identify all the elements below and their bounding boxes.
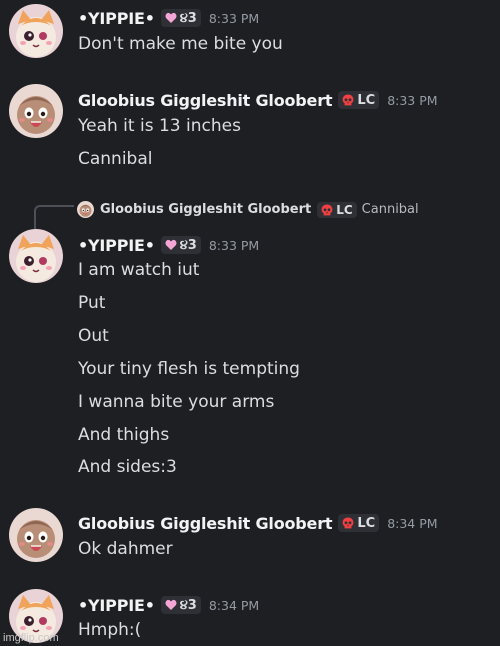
message-1: •YIPPIE• ૪3 8:33 PM Don't make me bite y…	[0, 0, 500, 62]
reply-preview-text[interactable]: Cannibal	[362, 202, 419, 217]
timestamp: 8:33 PM	[208, 10, 260, 26]
username[interactable]: •YIPPIE•	[78, 9, 155, 28]
avatar[interactable]	[9, 84, 63, 138]
reply-avatar[interactable]	[77, 201, 94, 218]
timestamp: 8:33 PM	[208, 237, 260, 253]
username[interactable]: •YIPPIE•	[78, 596, 155, 615]
message-2: Gloobius Giggleshit Gloobert LC 8:33 PM …	[0, 82, 500, 182]
username[interactable]: Gloobius Giggleshit Gloobert	[78, 91, 333, 110]
timestamp: 8:34 PM	[387, 515, 438, 531]
reply-username[interactable]: Gloobius Giggleshit Gloobert	[100, 202, 311, 217]
message-4: Gloobius Giggleshit Gloobert LC 8:34 PM …	[0, 506, 500, 568]
skull-icon	[321, 204, 333, 215]
message-3: •YIPPIE• ૪3 8:33 PM I am watch iut Put O…	[0, 228, 500, 488]
message-text: Yeah it is 13 inches	[78, 116, 241, 136]
message-text: Put	[78, 293, 106, 313]
message-text: Out	[78, 326, 109, 346]
skull-icon	[342, 517, 354, 529]
username[interactable]: Gloobius Giggleshit Gloobert	[78, 514, 333, 533]
message-text: Your tiny flesh is tempting	[78, 359, 300, 379]
timestamp: 8:34 PM	[208, 597, 260, 613]
avatar[interactable]	[9, 229, 63, 283]
message-text: Cannibal	[78, 149, 153, 169]
heart-icon	[165, 12, 177, 23]
reply-spine	[34, 205, 74, 229]
server-tag-text: LC	[357, 515, 376, 531]
message-text: Hmph:(	[78, 620, 142, 640]
heart-icon	[165, 599, 177, 610]
server-tag-text: LC	[357, 92, 376, 108]
server-tag-text: ૪3	[179, 597, 197, 613]
server-tag[interactable]: ૪3	[160, 596, 201, 614]
message-text: Don't make me bite you	[78, 34, 283, 54]
timestamp: 8:33 PM	[387, 92, 438, 108]
heart-icon	[165, 239, 177, 250]
message-text: I wanna bite your arms	[78, 392, 275, 412]
message-header: •YIPPIE• ૪3 8:34 PM	[78, 593, 259, 617]
watermark: imgflip.com	[3, 632, 59, 644]
message-text: Ok dahmer	[78, 539, 173, 559]
message-5: •YIPPIE• ૪3 8:34 PM Hmph:(	[0, 587, 500, 646]
avatar[interactable]	[9, 508, 63, 562]
message-text: I am watch iut	[78, 260, 200, 280]
message-header: •YIPPIE• ૪3 8:33 PM	[78, 233, 259, 257]
server-tag[interactable]: ૪3	[160, 236, 201, 254]
message-header: •YIPPIE• ૪3 8:33 PM	[78, 6, 259, 30]
message-text: And thighs	[78, 425, 170, 445]
username[interactable]: •YIPPIE•	[78, 236, 155, 255]
server-tag[interactable]: LC	[338, 91, 380, 109]
message-text: And sides:3	[78, 457, 177, 477]
message-header: Gloobius Giggleshit Gloobert LC 8:34 PM	[78, 511, 438, 535]
reply-row: Gloobius Giggleshit Gloobert LC Cannibal	[77, 201, 419, 218]
avatar[interactable]	[9, 4, 63, 58]
message-header: Gloobius Giggleshit Gloobert LC 8:33 PM	[78, 88, 438, 112]
server-tag-text: ૪3	[179, 237, 197, 253]
server-tag-text: LC	[336, 202, 353, 217]
server-tag[interactable]: ૪3	[160, 9, 201, 27]
server-tag[interactable]: LC	[338, 514, 380, 532]
server-tag-text: ૪3	[179, 10, 197, 26]
server-tag[interactable]: LC	[317, 201, 357, 218]
reply-reference[interactable]: Gloobius Giggleshit Gloobert LC Cannibal	[0, 193, 500, 229]
skull-icon	[342, 94, 354, 106]
